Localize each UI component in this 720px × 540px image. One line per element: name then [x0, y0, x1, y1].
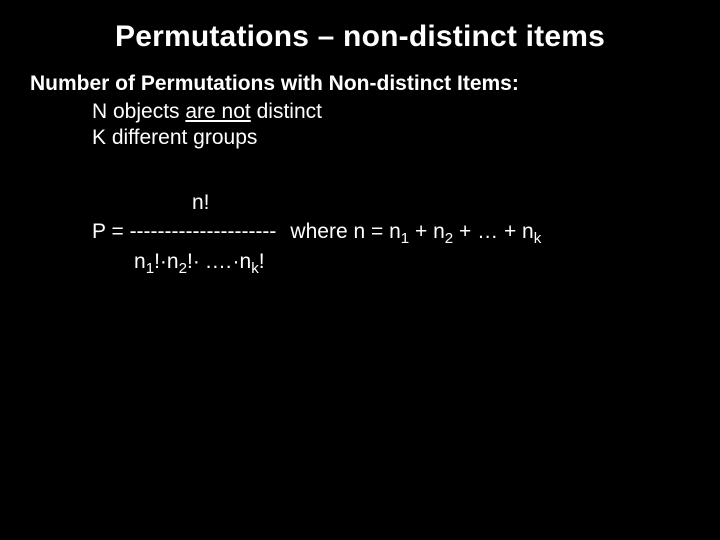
den-s1: 1 — [146, 260, 154, 277]
formula-fraction-bar: --------------------- — [130, 220, 277, 243]
where-mid2: + … + n — [453, 220, 534, 243]
den-tail: ! — [259, 250, 265, 273]
formula-numerator-row: n! — [92, 188, 690, 217]
bullet-line-2: K different groups — [92, 126, 690, 150]
formula-main-row: P = --------------------- where n = n1 + … — [92, 217, 690, 246]
subheading: Number of Permutations with Non-distinct… — [30, 72, 690, 96]
where-sub2: 2 — [445, 231, 453, 248]
where-pre: where n = n — [290, 220, 400, 243]
slide: Permutations – non-distinct items Number… — [0, 0, 720, 540]
den-s2: 2 — [179, 260, 187, 277]
formula-where: where n = n1 + n2 + … + nk — [290, 220, 541, 243]
line1-post: distinct — [251, 100, 322, 123]
where-subk: k — [534, 231, 542, 248]
line1-pre: N objects — [92, 100, 185, 123]
den-sk: k — [251, 260, 259, 277]
line1-underline: are not — [185, 100, 250, 123]
formula-block: n! P = ---------------------where n = n1… — [92, 188, 690, 276]
den-seg1: !·n — [154, 250, 179, 273]
slide-title: Permutations – non-distinct items — [30, 20, 690, 54]
bullet-line-1: N objects are not distinct — [92, 100, 690, 124]
den-n1: n — [134, 250, 146, 273]
where-sub1: 1 — [401, 231, 409, 248]
formula-numerator: n! — [192, 188, 210, 217]
where-mid1: + n — [409, 220, 445, 243]
formula-denominator-row: n1!·n2!· .…·nk! — [92, 247, 690, 276]
formula-p-equals: P = — [92, 220, 130, 243]
formula-denominator: n1!·n2!· .…·nk! — [134, 247, 265, 276]
den-seg2: !· .…·n — [187, 250, 251, 273]
